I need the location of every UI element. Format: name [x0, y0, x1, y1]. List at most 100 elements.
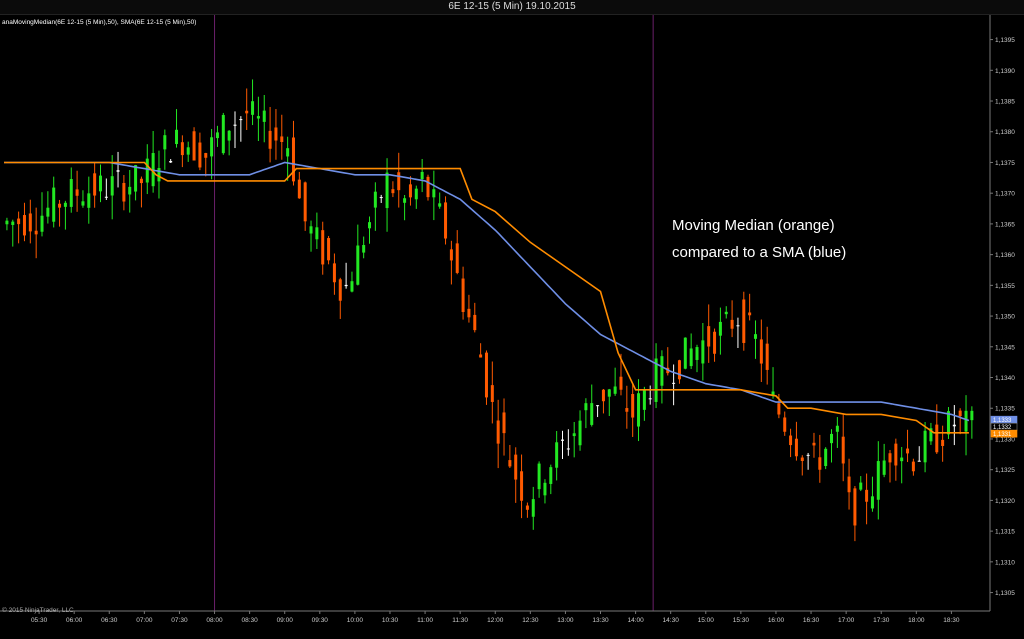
candle-body: [449, 249, 453, 261]
candle-body: [28, 213, 32, 232]
candle-body: [245, 110, 249, 114]
candle-body: [198, 142, 202, 168]
candle-body: [403, 198, 407, 203]
candle-body: [677, 360, 681, 380]
x-tick-label: 12:00: [487, 617, 504, 624]
y-tick-label: 1,1325: [995, 467, 1015, 474]
candle-body: [917, 460, 921, 462]
candle-body: [941, 439, 945, 446]
candle-body: [210, 137, 214, 157]
x-tick-label: 18:00: [908, 617, 925, 624]
candle-body: [22, 215, 26, 236]
candle: [946, 407, 950, 439]
candle-body: [689, 348, 693, 367]
candle-body: [607, 389, 611, 397]
candle-body: [560, 439, 564, 441]
candle-body: [280, 136, 284, 142]
candle-body: [870, 496, 874, 509]
x-tick-label: 12:30: [522, 617, 539, 624]
candle-body: [116, 170, 120, 172]
candle-body: [835, 425, 839, 432]
candle-body: [338, 279, 342, 301]
x-tick-label: 07:00: [136, 617, 153, 624]
candle-body: [800, 457, 804, 461]
candle-body: [496, 420, 500, 444]
candle-body: [578, 420, 582, 446]
candle-body: [344, 284, 348, 287]
candle-body: [5, 220, 9, 225]
candle-body: [362, 245, 366, 253]
y-tick-label: 1,1305: [995, 590, 1015, 597]
candle-body: [847, 476, 851, 493]
candle-body: [397, 172, 401, 191]
candle-body: [935, 424, 939, 453]
candle-body: [368, 222, 372, 229]
candle-body: [900, 457, 904, 462]
candle-body: [215, 132, 219, 139]
candle-body: [69, 179, 73, 207]
candle-body: [473, 314, 477, 331]
candle-body: [596, 405, 600, 407]
candle-body: [169, 161, 173, 163]
candle-body: [479, 354, 483, 358]
candle-body: [379, 197, 383, 199]
candle-body: [648, 398, 652, 400]
candle-body: [830, 433, 834, 444]
candle-body: [794, 438, 798, 457]
candle-body: [291, 137, 295, 182]
candle-body: [882, 460, 886, 475]
y-tick-label: 1,1395: [995, 37, 1015, 44]
candle-body: [309, 226, 313, 234]
candle: [683, 337, 687, 370]
candle-body: [865, 489, 869, 502]
x-tick-label: 14:30: [663, 617, 680, 624]
x-tick-label: 11:30: [452, 617, 468, 624]
candle-body: [642, 389, 646, 410]
x-tick-label: 16:30: [803, 617, 820, 624]
candle-body: [46, 207, 50, 217]
candle-body: [262, 110, 266, 122]
y-tick-label: 1,1385: [995, 99, 1015, 106]
candle-body: [672, 382, 676, 384]
candle-body: [789, 435, 793, 446]
y-tick-label: 1,1345: [995, 344, 1015, 351]
candle-body: [332, 263, 336, 283]
candle-body: [876, 461, 880, 500]
candle-body: [157, 168, 161, 182]
candle-body: [110, 176, 114, 196]
y-tick-label: 1,1380: [995, 129, 1015, 136]
candle-body: [765, 343, 769, 370]
candle-body: [63, 202, 67, 207]
candle-body: [186, 147, 190, 155]
candle-body: [952, 424, 956, 427]
candle-body: [718, 321, 722, 336]
x-tick-label: 15:30: [733, 617, 750, 624]
candle-body: [286, 148, 290, 157]
candle-body: [490, 385, 494, 402]
candle-body: [467, 308, 471, 318]
candle-body: [566, 448, 570, 450]
candle-body: [853, 488, 857, 526]
candle-body: [268, 130, 272, 149]
candle-body: [303, 182, 307, 222]
candle: [327, 235, 331, 265]
candle-body: [894, 443, 898, 466]
candle-body: [455, 243, 459, 273]
candle-body: [327, 238, 331, 261]
price-chart[interactable]: 1,13051,13101,13151,13201,13251,13301,13…: [0, 15, 1024, 639]
candle-body: [736, 325, 740, 327]
candle-body: [274, 127, 278, 141]
copyright-label: © 2015 NinjaTrader, LLC: [2, 606, 74, 614]
candle-body: [444, 202, 448, 239]
candle-body: [233, 124, 237, 126]
candle-body: [818, 457, 822, 470]
candle-body: [134, 165, 138, 192]
candle-body: [75, 189, 79, 196]
x-tick-label: 15:00: [698, 617, 715, 624]
candle-body: [549, 467, 553, 484]
x-tick-label: 18:30: [943, 617, 960, 624]
x-tick-label: 09:00: [277, 617, 294, 624]
candle-body: [93, 173, 97, 196]
x-tick-label: 07:30: [171, 617, 188, 624]
y-tick-label: 1,1320: [995, 498, 1015, 505]
